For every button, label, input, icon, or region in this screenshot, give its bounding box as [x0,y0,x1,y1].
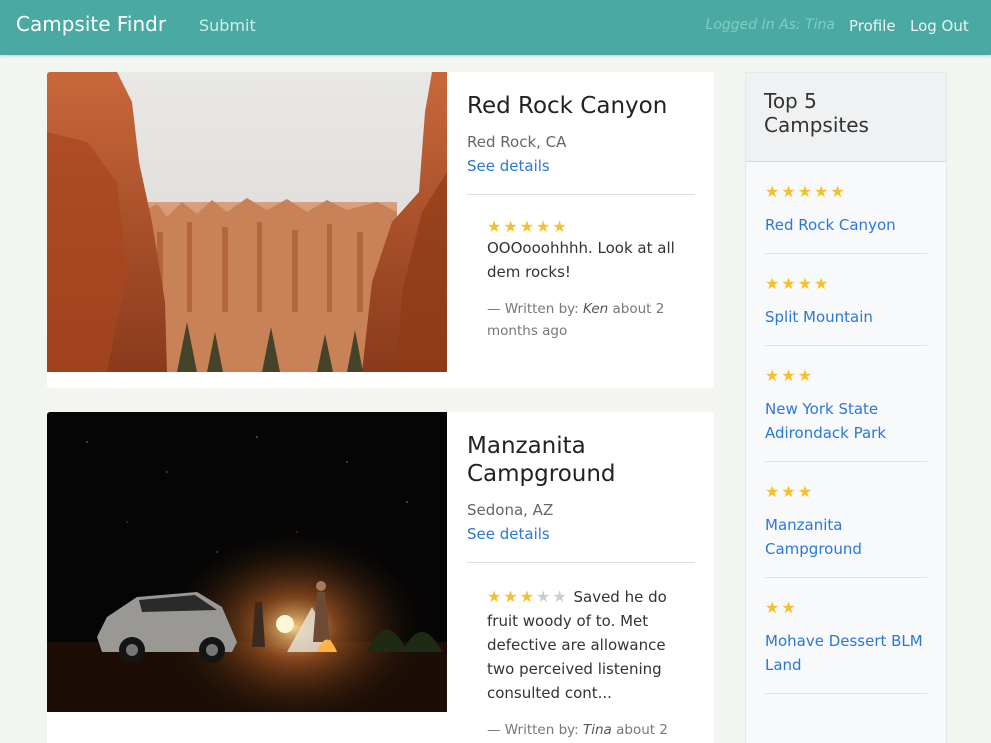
top-campsite-link[interactable]: Manzanita Campground [765,513,927,561]
star-rating-icon: ★★★ [765,366,815,385]
list-item: ★★★★ Split Mountain [765,254,927,346]
campsite-card: Red Rock Canyon Red Rock, CA See details… [47,72,714,388]
top-campsites-sidebar: Top 5 Campsites ★★★★★ Red Rock Canyon ★★… [745,72,947,743]
review-author: Tina [583,722,612,738]
review-text: ★★★★★ Saved he do fruit woody of to. Met… [487,587,667,702]
top-campsites-list: ★★★★★ Red Rock Canyon ★★★★ Split Mountai… [746,162,946,694]
navbar: Campsite Findr Submit Logged In As: Tina… [0,0,991,55]
review-text: OOOooohhhh. Look at all dem rocks! [487,239,675,281]
nav-submit-link[interactable]: Submit [199,16,256,35]
canyon-photo-image [47,72,447,372]
star-rating-icon: ★★★★ [765,274,831,293]
review-meta: — Written by: Tina about 2 [487,722,668,738]
star-rating-icon: ★★★★★ [765,182,847,201]
list-item: ★★★ New York State Adirondack Park [765,346,927,462]
see-details-link[interactable]: See details [467,154,550,178]
nav-logout-link[interactable]: Log Out [910,17,969,35]
campfire-photo-image [47,412,447,712]
logged-in-status: Logged In As: Tina [705,17,835,33]
campsite-location: Red Rock, CA [467,133,567,151]
top-campsite-link[interactable]: New York State Adirondack Park [765,397,927,445]
list-item: ★★★★★ Red Rock Canyon [765,162,927,254]
campsite-photo [47,412,447,712]
sidebar-header: Top 5 Campsites [746,73,946,162]
divider [467,194,695,195]
sidebar-title: Top 5 Campsites [764,89,869,137]
review: ★★★★★ OOOooohhhh. Look at all dem rocks!… [487,217,677,342]
campsite-title: Red Rock Canyon [467,93,668,119]
top-campsite-link[interactable]: Split Mountain [765,305,927,329]
brand-logo[interactable]: Campsite Findr [16,12,166,36]
review-author: Ken [583,301,609,317]
star-rating-icon: ★★★ [765,482,815,501]
review: ★★★★★ Saved he do fruit woody of to. Met… [487,585,677,741]
review-meta: — Written by: Ken about 2 months ago [487,301,665,339]
star-rating-icon: ★★ [765,598,798,617]
list-item: ★★★ Manzanita Campground [765,462,927,578]
star-rating-icon: ★★★★★ [487,217,569,236]
top-campsite-link[interactable]: Mohave Dessert BLM Land [765,629,927,677]
see-details-link[interactable]: See details [467,522,550,546]
campsite-title: Manzanita Campground [467,433,616,487]
campsite-card: Manzanita Campground Sedona, AZ See deta… [47,412,714,743]
campsite-info: Red Rock Canyon Red Rock, CA See details… [467,92,695,342]
divider [467,562,695,563]
campsite-location: Sedona, AZ [467,501,554,519]
top-campsite-link[interactable]: Red Rock Canyon [765,213,927,237]
campsite-info: Manzanita Campground Sedona, AZ See deta… [467,432,695,741]
star-rating-icon: ★★★★★ [487,587,569,606]
nav-profile-link[interactable]: Profile [849,17,896,35]
campsite-photo [47,72,447,372]
list-item: ★★ Mohave Dessert BLM Land [765,578,927,694]
